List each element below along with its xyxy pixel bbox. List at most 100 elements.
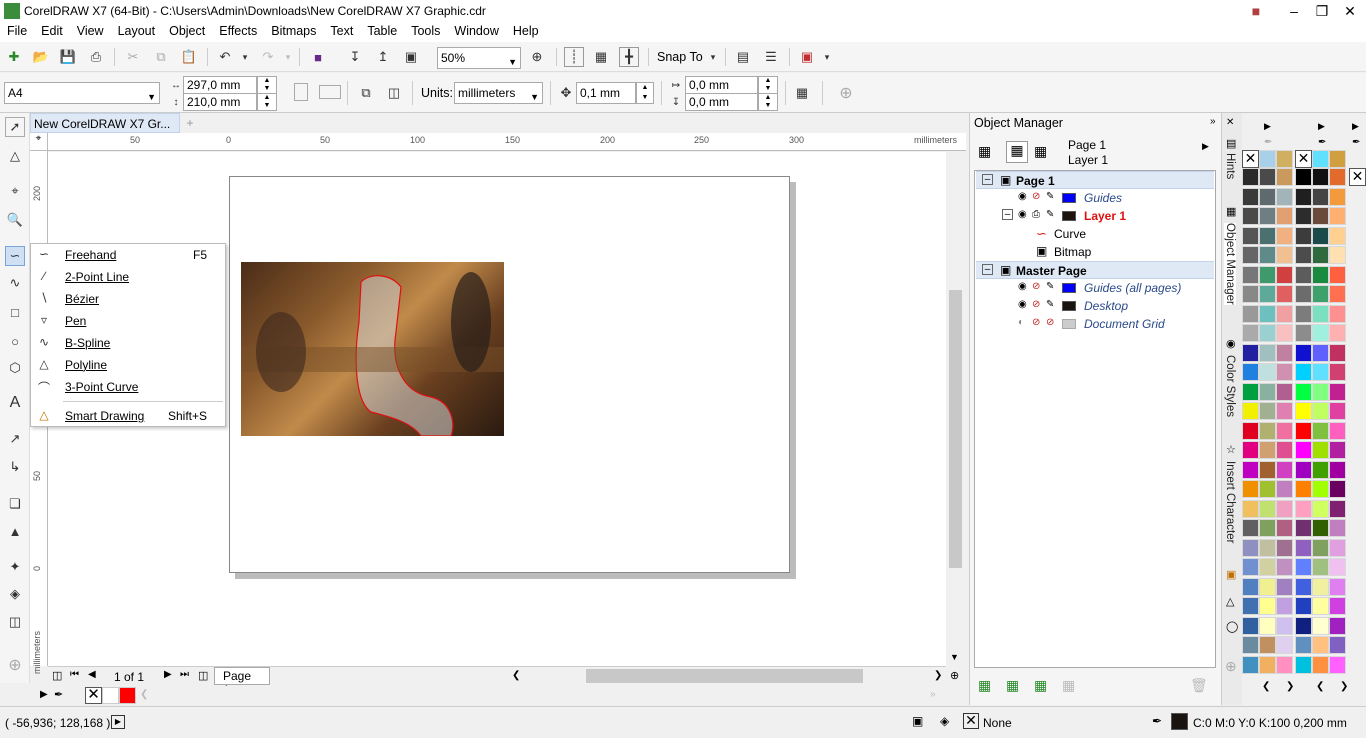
palette-swatch[interactable] [1259, 324, 1276, 342]
palette-swatch[interactable] [1259, 636, 1276, 654]
treat-as-filled-icon[interactable]: ▦ [792, 83, 812, 103]
palette-swatch[interactable] [1242, 382, 1259, 401]
parallel-dimension-icon[interactable]: ↗ [5, 429, 25, 449]
duplicate-y-spinner[interactable]: ▲ ▼ [758, 93, 778, 111]
palette-swatch[interactable] [1276, 324, 1293, 342]
palette-swatch[interactable] [1312, 265, 1329, 284]
palette-swatch[interactable] [1329, 246, 1346, 264]
palette-swatch[interactable] [1295, 616, 1312, 635]
fill-none-swatch[interactable]: ✕ [963, 713, 979, 729]
palette-swatch[interactable] [1276, 187, 1293, 206]
palette-swatch[interactable] [1295, 382, 1312, 401]
color-eyedropper-icon[interactable]: ✦ [5, 557, 25, 577]
outline-color-swatch[interactable] [1171, 713, 1188, 730]
tree-row-curve[interactable]: ∽ Curve [976, 225, 1214, 243]
guidelines-icon[interactable]: ╋ [619, 47, 639, 67]
palette-swatch[interactable] [1295, 285, 1312, 303]
palette-swatch[interactable] [1276, 402, 1293, 420]
new-master-layer-all-icon[interactable]: ▦ [1034, 677, 1047, 694]
next-page-icon[interactable]: ▶ [164, 669, 172, 680]
palette-swatch[interactable] [1242, 187, 1259, 206]
menu-text[interactable]: Text [323, 22, 360, 40]
undo-icon[interactable]: ↶ [215, 47, 235, 67]
palette-swatch[interactable] [1295, 226, 1312, 245]
palette-swatch[interactable] [1295, 265, 1312, 284]
print-disabled-icon[interactable]: ⊘ [1032, 317, 1040, 328]
redo-dropdown-icon[interactable]: ▾ [278, 47, 298, 67]
palette-scroll-left-icon[interactable]: ❮ [1316, 681, 1324, 692]
palette-swatch[interactable] [1295, 324, 1312, 342]
undo-dropdown-icon[interactable]: ▾ [235, 47, 255, 67]
palette-swatch[interactable] [1329, 538, 1346, 557]
palette-swatch[interactable] [1295, 187, 1312, 206]
tree-row-master-page[interactable]: – ▣ Master Page [976, 261, 1214, 279]
docker-extra-icon-3[interactable]: ◯ [1226, 620, 1238, 633]
palette-swatch[interactable] [1329, 343, 1346, 362]
cut-icon[interactable]: ✂ [123, 47, 143, 67]
palette-swatch[interactable] [1259, 499, 1276, 518]
palette-swatch[interactable] [1329, 460, 1346, 479]
palette-swatch[interactable] [1242, 168, 1259, 186]
palette-swatch[interactable] [1276, 480, 1293, 498]
visible-eye-icon[interactable]: ◉ [1018, 209, 1027, 220]
delete-icon[interactable]: 🗑 [1190, 677, 1208, 694]
flyout-item-bezier[interactable]: ∖ Bézier [31, 288, 225, 310]
palette-swatch[interactable] [1312, 597, 1329, 615]
menu-object[interactable]: Object [162, 22, 212, 40]
palette-swatch[interactable] [1276, 460, 1293, 479]
palette-swatch[interactable] [1295, 519, 1312, 537]
eyedropper-icon[interactable]: ✒ [54, 688, 63, 701]
menu-edit[interactable]: Edit [34, 22, 70, 40]
shape-tool-icon[interactable]: △ [5, 146, 25, 166]
palette-swatch[interactable] [1259, 538, 1276, 557]
palette-swatch[interactable] [1295, 343, 1312, 362]
menu-file[interactable]: File [0, 22, 34, 40]
palette-swatch[interactable] [1295, 207, 1312, 225]
user-avatar-icon[interactable]: ■ [1240, 0, 1272, 22]
horizontal-ruler[interactable]: 50 0 50 100 150 200 250 300 millimeters [48, 133, 966, 151]
layer-color-swatch[interactable] [1062, 319, 1076, 329]
palette-swatch[interactable] [1242, 421, 1259, 440]
dock-close-icon[interactable]: ✕ [1226, 117, 1234, 128]
palette-swatch[interactable] [1329, 636, 1346, 654]
tab-hints[interactable]: Hints [1224, 153, 1236, 179]
palette-swatch[interactable] [1312, 363, 1329, 381]
color-proofing-icon[interactable]: ▣ [912, 714, 923, 728]
palette-swatch[interactable] [1242, 207, 1259, 225]
editable-pencil-icon[interactable]: ✎ [1046, 299, 1054, 310]
palette-swatch[interactable] [1312, 616, 1329, 635]
palette-swatch[interactable] [1276, 499, 1293, 518]
last-page-icon[interactable]: ⏭ [180, 669, 189, 680]
palette-swatch[interactable] [1312, 324, 1329, 342]
palette-swatch[interactable] [1295, 246, 1312, 264]
palette-swatch[interactable] [1259, 150, 1276, 168]
duplicate-x-spinner[interactable]: ▲ ▼ [758, 76, 778, 94]
palette-swatch[interactable] [1259, 519, 1276, 537]
palette-swatch[interactable] [1329, 577, 1346, 596]
palette-swatch[interactable] [1295, 304, 1312, 323]
palette-swatch[interactable] [1276, 519, 1293, 537]
visible-eye-icon[interactable]: ◉ [1018, 281, 1027, 292]
palette-swatch[interactable] [1259, 265, 1276, 284]
search-content-icon[interactable]: ■ [308, 47, 328, 67]
palette-swatch[interactable] [1259, 246, 1276, 264]
docker-collapse-icon[interactable]: » [1210, 116, 1216, 127]
palette-swatch[interactable] [1295, 636, 1312, 654]
red-swatch[interactable] [119, 687, 136, 704]
menu-layout[interactable]: Layout [111, 22, 163, 40]
palette-swatch[interactable] [1259, 207, 1276, 225]
palette-swatch[interactable] [1276, 421, 1293, 440]
flyout-item-freehand[interactable]: ∽ Freehand F5 [31, 244, 225, 266]
palette-swatch[interactable] [1329, 168, 1346, 186]
quick-customize-icon[interactable]: ⊕ [5, 655, 25, 675]
layer-color-swatch[interactable] [1062, 283, 1076, 293]
tree-row-desktop[interactable]: ◉ ⊘ ✎ Desktop [976, 297, 1214, 315]
menu-window[interactable]: Window [447, 22, 505, 40]
palette-swatch[interactable] [1312, 519, 1329, 537]
palette-swatch[interactable] [1276, 382, 1293, 401]
palette-swatch[interactable] [1312, 538, 1329, 557]
palette-swatch[interactable] [1276, 577, 1293, 596]
freehand-tool-icon[interactable]: ∽ [5, 246, 25, 266]
new-layer-icon[interactable]: ▦ [978, 677, 991, 694]
palette-swatch[interactable] [1295, 558, 1312, 576]
